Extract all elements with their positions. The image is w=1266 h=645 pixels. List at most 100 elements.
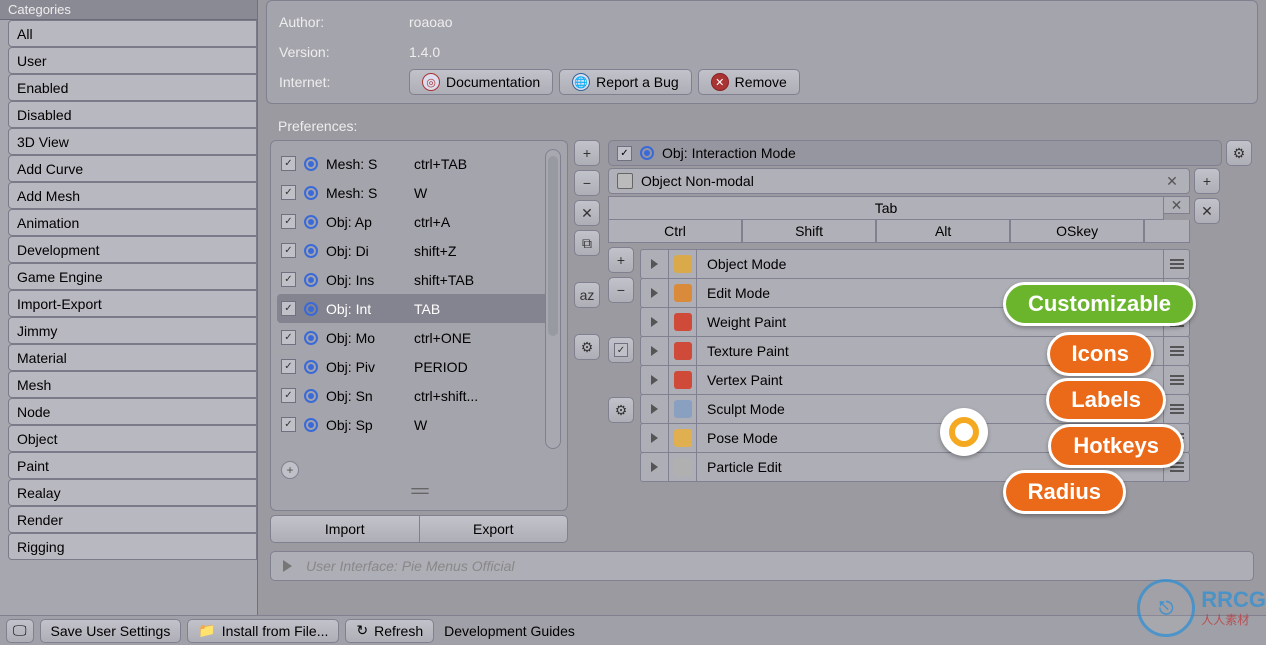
remove-button[interactable]: ✕ Remove <box>698 69 800 95</box>
mode-menu-icon[interactable] <box>1163 366 1189 394</box>
category-item[interactable]: All <box>8 20 257 47</box>
expand-mode-icon[interactable] <box>641 279 669 307</box>
modifier-key-cell[interactable]: Ctrl <box>608 220 742 243</box>
mode-icon <box>669 337 697 365</box>
interaction-mode-header[interactable]: ✓ Obj: Interaction Mode <box>608 140 1222 166</box>
category-item[interactable]: Add Mesh <box>8 182 257 209</box>
watermark: ⎋ RRCG 人人素材 <box>1137 579 1266 637</box>
category-item[interactable]: Material <box>8 344 257 371</box>
expand-mode-icon[interactable] <box>641 250 669 278</box>
radio-icon <box>304 273 318 287</box>
operator-name: Obj: Ins <box>326 272 406 288</box>
expand-mode-icon[interactable] <box>641 308 669 336</box>
operator-list-row[interactable]: ✓ Obj: Sn ctrl+shift... <box>277 381 561 410</box>
list-action-button[interactable]: + <box>574 140 600 166</box>
settings-icon[interactable]: ⚙ <box>1226 140 1252 166</box>
mode-menu-icon[interactable] <box>1163 250 1189 278</box>
expand-mode-icon[interactable] <box>641 337 669 365</box>
tab-key-label[interactable]: Tab <box>608 196 1164 220</box>
mode-action-button[interactable]: − <box>608 277 634 303</box>
mode-action-button[interactable]: + <box>608 247 634 273</box>
category-item[interactable]: Disabled <box>8 101 257 128</box>
category-item[interactable]: 3D View <box>8 128 257 155</box>
add-item-button[interactable]: + <box>281 461 299 479</box>
row-checkbox[interactable]: ✓ <box>281 185 296 200</box>
operator-name: Obj: Di <box>326 243 406 259</box>
operator-list-row[interactable]: ✓ Obj: Int TAB <box>277 294 561 323</box>
operator-list-row[interactable]: ✓ Obj: Di shift+Z <box>277 236 561 265</box>
mode-row[interactable]: Object Mode <box>640 249 1190 279</box>
operator-list-row[interactable]: ✓ Obj: Mo ctrl+ONE <box>277 323 561 352</box>
expand-mode-icon[interactable] <box>641 395 669 423</box>
row-checkbox[interactable]: ✓ <box>281 272 296 287</box>
operator-list-row[interactable]: ✓ Obj: Sp W <box>277 410 561 439</box>
pie-menus-expand-row[interactable]: User Interface: Pie Menus Official <box>270 551 1254 581</box>
export-button[interactable]: Export <box>420 515 569 543</box>
category-item[interactable]: Animation <box>8 209 257 236</box>
refresh-button[interactable]: ↻ Refresh <box>345 619 434 643</box>
list-action-button[interactable]: aᴢ <box>574 282 600 308</box>
mode-icon <box>669 279 697 307</box>
annotation-icons: Icons <box>1047 332 1154 376</box>
documentation-button[interactable]: ◎ Documentation <box>409 69 553 95</box>
category-item[interactable]: Paint <box>8 452 257 479</box>
list-action-button[interactable]: ⚙ <box>574 334 600 360</box>
list-action-button[interactable]: ⧉ <box>574 230 600 256</box>
operator-hotkey: ctrl+ONE <box>414 330 471 346</box>
row-checkbox[interactable]: ✓ <box>281 330 296 345</box>
category-item[interactable]: Import-Export <box>8 290 257 317</box>
operator-list-row[interactable]: ✓ Mesh: S W <box>277 178 561 207</box>
category-item[interactable]: Mesh <box>8 371 257 398</box>
expand-mode-icon[interactable] <box>641 453 669 481</box>
development-guides-link[interactable]: Development Guides <box>444 623 575 639</box>
expand-mode-icon[interactable] <box>641 366 669 394</box>
expand-icon <box>283 560 292 572</box>
category-item[interactable]: User <box>8 47 257 74</box>
category-item[interactable]: Game Engine <box>8 263 257 290</box>
import-button[interactable]: Import <box>270 515 420 543</box>
category-item[interactable]: Add Curve <box>8 155 257 182</box>
row-checkbox[interactable]: ✓ <box>281 214 296 229</box>
modifier-key-cell[interactable]: Alt <box>876 220 1010 243</box>
mode-action-button[interactable]: ⚙ <box>608 397 634 423</box>
close-icon[interactable]: ✕ <box>1163 172 1181 190</box>
category-item[interactable]: Enabled <box>8 74 257 101</box>
category-item[interactable]: Render <box>8 506 257 533</box>
expand-label: User Interface: Pie Menus Official <box>306 558 515 574</box>
side-action-button[interactable]: + <box>1194 168 1220 194</box>
category-item[interactable]: Object <box>8 425 257 452</box>
row-checkbox[interactable]: ✓ <box>281 156 296 171</box>
save-user-settings-button[interactable]: Save User Settings <box>40 619 182 643</box>
operator-list-row[interactable]: ✓ Mesh: S ctrl+TAB <box>277 149 561 178</box>
side-action-button[interactable]: ✕ <box>1194 198 1220 224</box>
category-item[interactable]: Realay <box>8 479 257 506</box>
list-action-button[interactable]: − <box>574 170 600 196</box>
category-item[interactable]: Jimmy <box>8 317 257 344</box>
modifier-key-cell[interactable]: Shift <box>742 220 876 243</box>
mode-action-button[interactable]: ✓ <box>608 337 634 363</box>
category-item[interactable]: Node <box>8 398 257 425</box>
mode-menu-icon[interactable] <box>1163 395 1189 423</box>
modifier-key-cell[interactable]: OSkey <box>1010 220 1144 243</box>
row-checkbox[interactable]: ✓ <box>281 301 296 316</box>
install-from-file-button[interactable]: 📁 Install from File... <box>187 619 339 643</box>
row-checkbox[interactable]: ✓ <box>281 359 296 374</box>
list-scrollbar[interactable] <box>545 149 561 449</box>
expand-mode-icon[interactable] <box>641 424 669 452</box>
list-action-button[interactable]: ✕ <box>574 200 600 226</box>
resize-grip[interactable]: == <box>277 481 561 502</box>
mode-menu-icon[interactable] <box>1163 337 1189 365</box>
mode-checkbox[interactable]: ✓ <box>617 146 632 161</box>
operator-list-row[interactable]: ✓ Obj: Piv PERIOD <box>277 352 561 381</box>
category-item[interactable]: Development <box>8 236 257 263</box>
report-bug-button[interactable]: 🌐 Report a Bug <box>559 69 692 95</box>
tab-close-icon[interactable]: ✕ <box>1164 196 1190 214</box>
operator-list-row[interactable]: ✓ Obj: Ap ctrl+A <box>277 207 561 236</box>
console-icon[interactable]: 🖵 <box>6 619 34 643</box>
operator-list-row[interactable]: ✓ Obj: Ins shift+TAB <box>277 265 561 294</box>
row-checkbox[interactable]: ✓ <box>281 243 296 258</box>
row-checkbox[interactable]: ✓ <box>281 417 296 432</box>
object-nonmodal-header[interactable]: Object Non-modal ✕ <box>608 168 1190 194</box>
row-checkbox[interactable]: ✓ <box>281 388 296 403</box>
category-item[interactable]: Rigging <box>8 533 257 560</box>
